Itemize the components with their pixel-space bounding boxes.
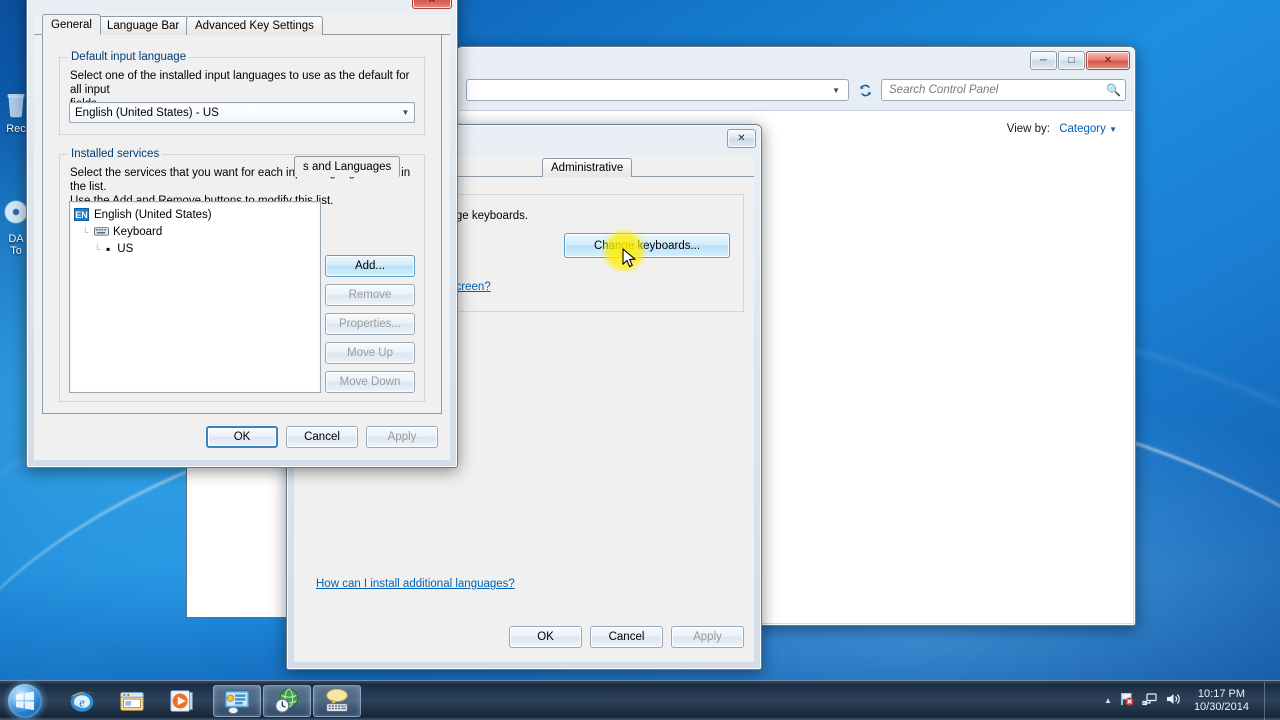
chevron-down-icon[interactable]: ▼ bbox=[397, 103, 414, 122]
clock[interactable]: 10:17 PM 10/30/2014 bbox=[1188, 688, 1255, 714]
close-button[interactable]: ✕ bbox=[727, 129, 756, 148]
keyboard-language-icon bbox=[326, 688, 348, 712]
apply-button: Apply bbox=[671, 626, 744, 648]
tab-general[interactable]: General bbox=[42, 14, 101, 35]
view-by-value[interactable]: Category bbox=[1059, 123, 1106, 135]
taskbar-keyboard-settings-window[interactable] bbox=[313, 684, 361, 717]
taskbar[interactable]: e ▲ 10:17 PM 10/30/2014 bbox=[0, 680, 1280, 720]
region-language-icon bbox=[275, 688, 299, 713]
tree-item-keyboard[interactable]: └ Keyboard bbox=[82, 224, 320, 239]
windows-explorer-icon bbox=[120, 691, 144, 711]
installed-services-group: Installed services Select the services t… bbox=[59, 148, 425, 402]
maximize-button[interactable]: □ bbox=[1058, 51, 1085, 70]
tree-item-layout-label: US bbox=[117, 242, 134, 255]
ok-button[interactable]: OK bbox=[509, 626, 582, 648]
language-badge-icon: EN bbox=[74, 208, 89, 221]
view-by-control[interactable]: View by: Category ▼ bbox=[1007, 123, 1117, 135]
installed-services-label: Installed services bbox=[68, 148, 163, 160]
default-input-language-label: Default input language bbox=[68, 51, 190, 63]
address-input[interactable]: ▼ bbox=[466, 79, 849, 101]
tree-branch-icon: └ bbox=[94, 243, 101, 254]
tab-advanced-key-settings[interactable]: Advanced Key Settings bbox=[186, 16, 323, 35]
windows-logo-icon bbox=[8, 683, 42, 718]
keyboard-icon bbox=[94, 225, 109, 239]
tree-item-keyboard-label: Keyboard bbox=[113, 225, 163, 238]
search-icon: 🔍 bbox=[1106, 83, 1121, 97]
control-panel-icon bbox=[224, 689, 250, 714]
network-icon[interactable] bbox=[1142, 691, 1158, 710]
volume-icon[interactable] bbox=[1165, 691, 1181, 710]
text-services-footer-buttons[interactable]: OK Cancel Apply bbox=[206, 426, 438, 448]
general-tab-page: Default input language Select one of the… bbox=[42, 35, 442, 414]
desktop[interactable]: Rec DA To ─ □ ✕ ▼ Search Control Panel 🔍… bbox=[0, 0, 1280, 720]
system-tray[interactable]: ▲ 10:17 PM 10/30/2014 bbox=[1104, 681, 1280, 720]
tree-item-layout[interactable]: └ ▪ US bbox=[94, 241, 320, 256]
close-button[interactable]: ✕ bbox=[412, 0, 452, 9]
ok-button[interactable]: OK bbox=[206, 426, 278, 448]
text-services-titlebar[interactable]: ✕ bbox=[28, 0, 456, 12]
action-center-flag-icon[interactable] bbox=[1119, 691, 1135, 710]
add-button[interactable]: Add... bbox=[325, 255, 415, 277]
desktop-icon-label: DA To bbox=[8, 233, 24, 257]
taskbar-internet-explorer[interactable]: e bbox=[58, 685, 106, 717]
internet-explorer-icon: e bbox=[69, 691, 95, 712]
tree-item-language-label: English (United States) bbox=[94, 208, 212, 221]
control-panel-titlebar[interactable]: ─ □ ✕ bbox=[458, 48, 1134, 76]
refresh-button[interactable] bbox=[854, 79, 876, 101]
region-dialog-tabs[interactable]: s and Languages Administrative bbox=[294, 156, 754, 177]
clock-date: 10/30/2014 bbox=[1193, 700, 1249, 713]
apply-button: Apply bbox=[366, 426, 438, 448]
start-button[interactable] bbox=[2, 682, 48, 720]
close-button[interactable]: ✕ bbox=[1086, 51, 1130, 70]
text-services-window-buttons[interactable]: ✕ bbox=[412, 0, 452, 9]
media-player-icon bbox=[170, 689, 193, 712]
show-hidden-icons-button[interactable]: ▲ bbox=[1104, 696, 1112, 705]
refresh-icon bbox=[859, 84, 871, 96]
tab-language-bar[interactable]: Language Bar bbox=[98, 16, 189, 35]
taskbar-windows-explorer[interactable] bbox=[108, 685, 156, 717]
show-desktop-button[interactable] bbox=[1264, 681, 1274, 720]
region-dialog-footer-buttons[interactable]: OK Cancel Apply bbox=[509, 626, 744, 648]
tree-item-language[interactable]: EN English (United States) bbox=[74, 207, 320, 222]
text-services-and-input-languages-dialog[interactable]: ✕ General Language Bar Advanced Key Sett… bbox=[26, 0, 458, 468]
tree-branch-icon: └ bbox=[82, 226, 89, 237]
properties-button: Properties... bbox=[325, 313, 415, 335]
installed-services-treeview[interactable]: EN English (United States) └ Keyboard └ … bbox=[69, 201, 321, 393]
installed-services-buttons[interactable]: Add... Remove Properties... Move Up Move… bbox=[325, 255, 415, 393]
region-dialog-window-buttons[interactable]: ✕ bbox=[727, 129, 756, 148]
search-placeholder: Search Control Panel bbox=[889, 84, 999, 96]
move-up-button: Move Up bbox=[325, 342, 415, 364]
search-control-panel-input[interactable]: Search Control Panel 🔍 bbox=[881, 79, 1126, 101]
tab-keyboards-and-languages[interactable]: s and Languages bbox=[294, 156, 401, 177]
move-down-button: Move Down bbox=[325, 371, 415, 393]
svg-text:e: e bbox=[79, 695, 85, 709]
taskbar-control-panel-window[interactable] bbox=[213, 684, 261, 717]
chevron-down-icon[interactable]: ▼ bbox=[832, 86, 844, 95]
remove-button: Remove bbox=[325, 284, 415, 306]
control-panel-address-bar[interactable]: ▼ Search Control Panel 🔍 bbox=[458, 76, 1134, 104]
tab-administrative[interactable]: Administrative bbox=[542, 158, 633, 177]
view-by-label: View by: bbox=[1006, 123, 1050, 135]
taskbar-media-player[interactable] bbox=[158, 685, 206, 717]
default-input-language-combobox[interactable]: English (United States) - US ▼ bbox=[69, 102, 415, 123]
clock-time: 10:17 PM bbox=[1197, 687, 1246, 700]
default-language-description-1: Select one of the installed input langua… bbox=[70, 70, 410, 96]
default-input-language-group: Default input language Select one of the… bbox=[59, 51, 425, 135]
minimize-button[interactable]: ─ bbox=[1030, 51, 1057, 70]
desktop-icon-label: Rec bbox=[6, 123, 26, 135]
cancel-button[interactable]: Cancel bbox=[590, 626, 663, 648]
taskbar-region-language-window[interactable] bbox=[263, 684, 311, 717]
default-input-language-value: English (United States) - US bbox=[75, 106, 219, 119]
text-services-tabs[interactable]: General Language Bar Advanced Key Settin… bbox=[34, 14, 450, 35]
control-panel-window-buttons[interactable]: ─ □ ✕ bbox=[1030, 51, 1130, 70]
cancel-button[interactable]: Cancel bbox=[286, 426, 358, 448]
bullet-icon: ▪ bbox=[106, 241, 111, 256]
